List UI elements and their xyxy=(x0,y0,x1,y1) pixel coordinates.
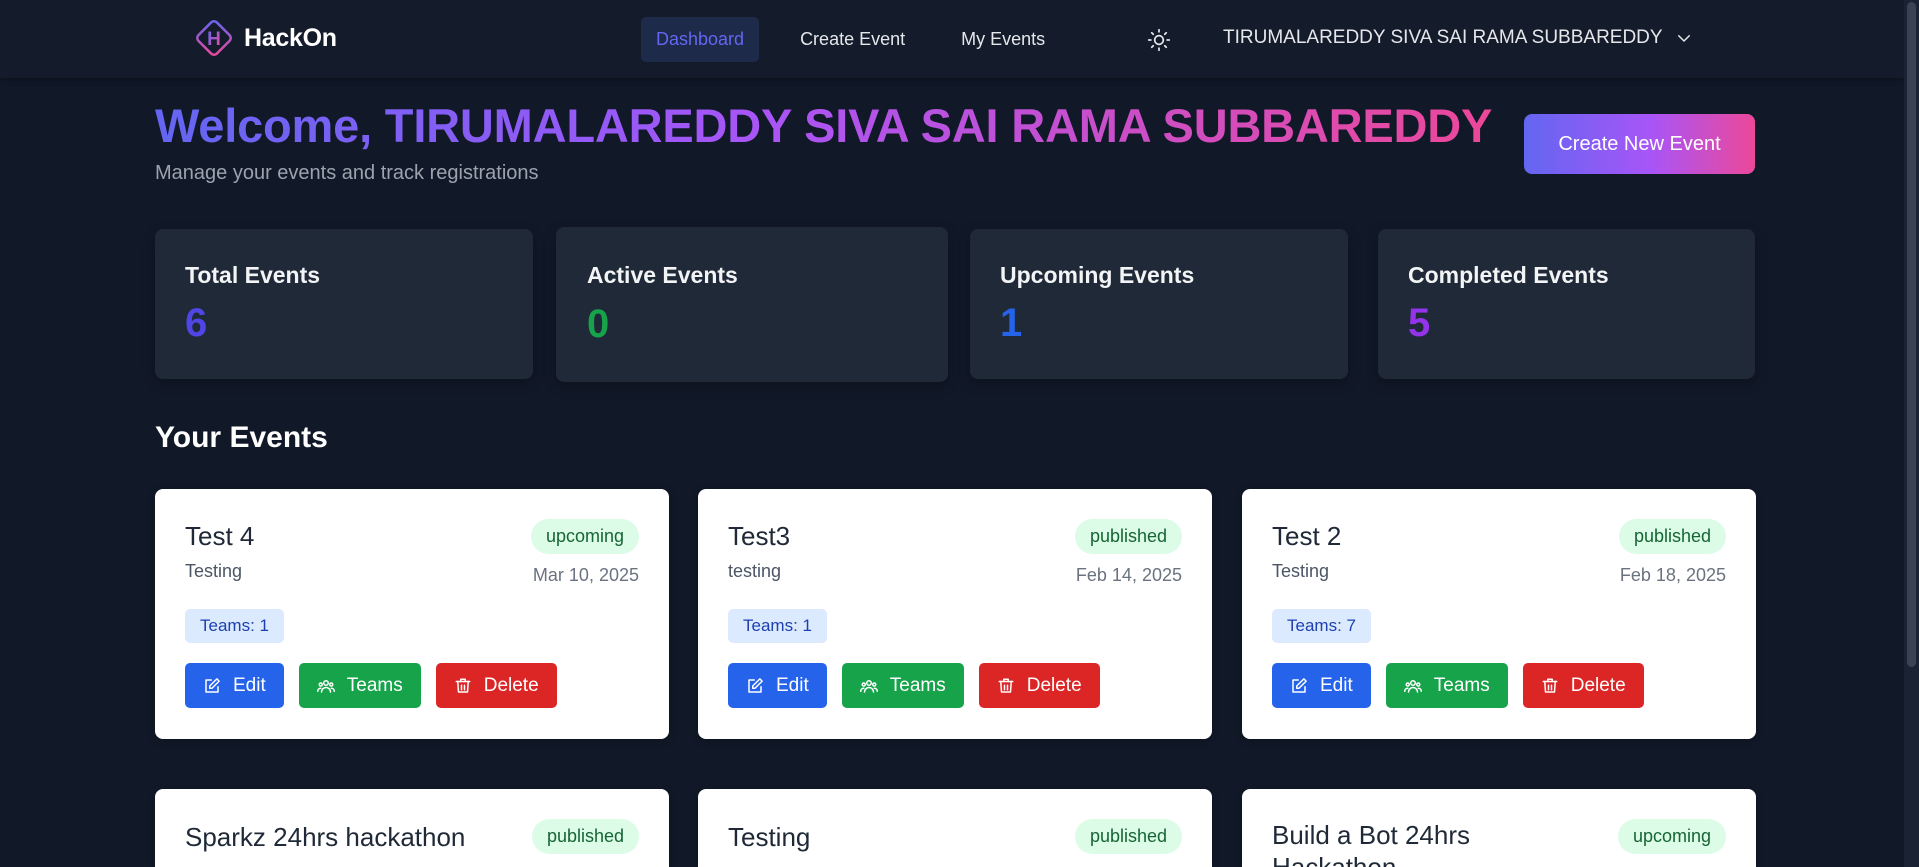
users-icon xyxy=(859,679,878,693)
stat-completed-events: Completed Events 5 xyxy=(1378,229,1755,379)
status-badge: upcoming xyxy=(530,519,639,554)
trash-icon xyxy=(455,678,471,693)
edit-label: Edit xyxy=(776,674,809,696)
nav-links: Dashboard Create Event My Events xyxy=(641,17,1086,62)
logo-icon: H xyxy=(190,14,238,62)
teams-button[interactable]: Teams xyxy=(1385,663,1508,708)
edit-icon xyxy=(1292,677,1307,693)
event-description: Testing xyxy=(1272,561,1330,581)
event-title: Test3 xyxy=(728,521,791,551)
event-title: Test 4 xyxy=(185,521,255,551)
delete-button[interactable]: Delete xyxy=(1522,663,1644,708)
card-actions: Edit Teams Delete xyxy=(728,663,1115,708)
users-icon xyxy=(316,679,335,693)
stat-upcoming-events: Upcoming Events 1 xyxy=(970,229,1348,379)
trash-icon xyxy=(998,678,1014,693)
edit-button[interactable]: Edit xyxy=(1272,663,1371,708)
create-new-event-button[interactable]: Create New Event xyxy=(1524,114,1755,174)
event-date: Mar 10, 2025 xyxy=(532,565,639,585)
logo-letter: H xyxy=(207,29,221,50)
delete-button[interactable]: Delete xyxy=(435,663,557,708)
event-card: Test 2 published Testing Feb 18, 2025 Te… xyxy=(1242,489,1756,739)
welcome-subtitle: Manage your events and track registratio… xyxy=(155,162,539,184)
users-icon xyxy=(1403,679,1422,693)
event-title: Sparkz 24hrs hackathon xyxy=(185,822,466,852)
brand-logo[interactable]: H HackOn xyxy=(190,14,337,62)
teams-button[interactable]: Teams xyxy=(298,663,421,708)
event-card: Testing published xyxy=(698,789,1212,867)
teams-label: Teams xyxy=(346,674,403,696)
nav-my-events[interactable]: My Events xyxy=(946,17,1060,62)
scrollbar[interactable] xyxy=(1904,0,1919,867)
navbar: H HackOn Dashboard Create Event My Event… xyxy=(0,0,1904,78)
scrollbar-thumb[interactable] xyxy=(1907,2,1916,667)
card-actions: Edit Teams Delete xyxy=(185,663,572,708)
teams-count: Teams: 7 xyxy=(1272,609,1371,643)
teams-count: Teams: 1 xyxy=(728,609,827,643)
edit-button[interactable]: Edit xyxy=(185,663,284,708)
stat-total-events: Total Events 6 xyxy=(155,229,533,379)
teams-label: Teams xyxy=(1433,674,1490,696)
event-title: Test 2 xyxy=(1272,521,1342,551)
stat-value: 6 xyxy=(185,301,208,345)
user-menu[interactable]: TIRUMALAREDDY SIVA SAI RAMA SUBBAREDDY xyxy=(1223,27,1693,49)
nav-dashboard[interactable]: Dashboard xyxy=(641,17,760,62)
event-card: Sparkz 24hrs hackathon published xyxy=(155,789,669,867)
chevron-down-icon xyxy=(1677,35,1690,42)
stat-value: 5 xyxy=(1408,301,1431,345)
status-badge: published xyxy=(1618,519,1726,554)
stat-value: 1 xyxy=(1000,301,1023,345)
brand-name: HackOn xyxy=(244,23,337,52)
welcome-title: Welcome, TIRUMALAREDDY SIVA SAI RAMA SUB… xyxy=(155,99,1493,152)
status-badge: published xyxy=(1074,819,1182,854)
teams-count: Teams: 1 xyxy=(185,609,284,643)
event-description: testing xyxy=(728,561,782,581)
event-date: Feb 18, 2025 xyxy=(1619,565,1726,585)
section-title: Your Events xyxy=(155,421,328,454)
edit-label: Edit xyxy=(233,674,266,696)
event-date: Feb 14, 2025 xyxy=(1075,565,1182,585)
status-badge: published xyxy=(531,819,639,854)
edit-icon xyxy=(748,677,763,693)
event-card: Test 4 upcoming Testing Mar 10, 2025 Tea… xyxy=(155,489,669,739)
delete-button[interactable]: Delete xyxy=(978,663,1100,708)
event-card: Build a Bot 24hrs Hackathon upcoming xyxy=(1242,789,1756,867)
delete-label: Delete xyxy=(483,674,539,696)
teams-button[interactable]: Teams xyxy=(841,663,964,708)
status-badge: upcoming xyxy=(1617,819,1726,854)
stat-active-events: Active Events 0 xyxy=(556,227,948,382)
user-name: TIRUMALAREDDY SIVA SAI RAMA SUBBAREDDY xyxy=(1223,27,1663,48)
nav-create-event[interactable]: Create Event xyxy=(785,17,920,62)
edit-label: Edit xyxy=(1320,674,1353,696)
card-actions: Edit Teams Delete xyxy=(1272,663,1659,708)
status-badge: published xyxy=(1074,519,1182,554)
event-title: Testing xyxy=(728,822,811,852)
event-description: Testing xyxy=(185,561,243,581)
sun-icon[interactable] xyxy=(1146,27,1172,53)
trash-icon xyxy=(1542,678,1558,693)
delete-label: Delete xyxy=(1026,674,1082,696)
event-title: Build a Bot 24hrs Hackathon xyxy=(1272,820,1471,867)
stat-label: Upcoming Events xyxy=(1000,262,1195,288)
delete-label: Delete xyxy=(1570,674,1626,696)
event-card: Test3 published testing Feb 14, 2025 Tea… xyxy=(698,489,1212,739)
stat-label: Completed Events xyxy=(1408,262,1609,288)
edit-button[interactable]: Edit xyxy=(728,663,827,708)
teams-label: Teams xyxy=(889,674,946,696)
edit-icon xyxy=(205,677,220,693)
stat-label: Total Events xyxy=(185,262,321,288)
stat-value: 0 xyxy=(587,302,610,346)
stat-label: Active Events xyxy=(587,262,738,288)
